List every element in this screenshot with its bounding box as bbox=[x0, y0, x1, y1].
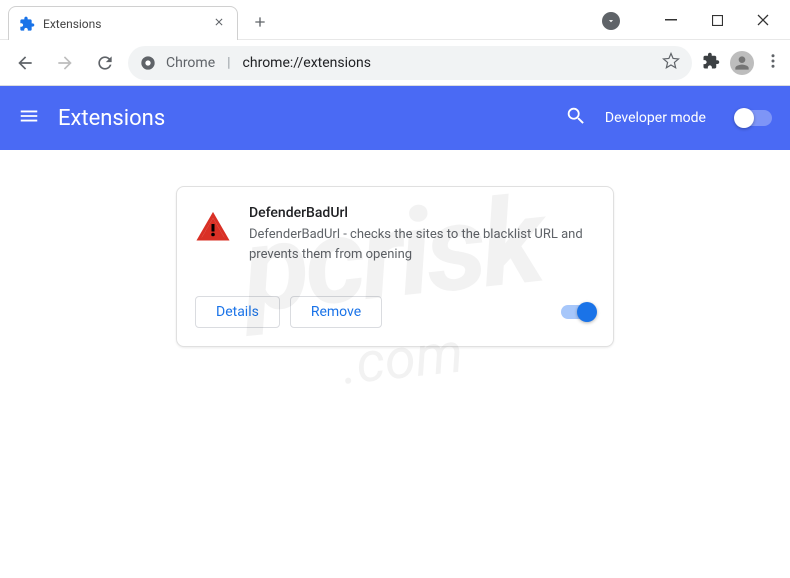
extension-card: DefenderBadUrl DefenderBadUrl - checks t… bbox=[176, 186, 614, 347]
warning-triangle-icon bbox=[195, 209, 231, 245]
puzzle-icon bbox=[19, 16, 35, 32]
extensions-menu-icon[interactable] bbox=[702, 52, 720, 74]
extension-name: DefenderBadUrl bbox=[249, 205, 595, 221]
url-path: chrome://extensions bbox=[243, 55, 371, 71]
extensions-header: Extensions Developer mode bbox=[0, 86, 790, 150]
forward-button[interactable] bbox=[48, 46, 82, 80]
url-divider: | bbox=[227, 55, 230, 71]
bookmark-star-icon[interactable] bbox=[662, 52, 680, 74]
close-tab-icon[interactable] bbox=[213, 16, 225, 32]
developer-mode-label: Developer mode bbox=[605, 110, 706, 126]
page-title: Extensions bbox=[58, 106, 547, 131]
details-button[interactable]: Details bbox=[195, 296, 280, 328]
close-window-button[interactable] bbox=[740, 4, 786, 36]
browser-tab[interactable]: Extensions bbox=[8, 6, 238, 40]
chrome-icon bbox=[140, 55, 156, 71]
address-bar[interactable]: Chrome | chrome://extensions bbox=[128, 46, 692, 80]
reload-button[interactable] bbox=[88, 46, 122, 80]
extensions-content: DefenderBadUrl DefenderBadUrl - checks t… bbox=[0, 150, 790, 383]
incognito-indicator-icon bbox=[602, 12, 620, 30]
new-tab-button[interactable] bbox=[246, 8, 274, 36]
developer-mode-toggle[interactable] bbox=[736, 110, 772, 126]
url-scheme: Chrome bbox=[166, 55, 215, 71]
browser-toolbar: Chrome | chrome://extensions bbox=[0, 40, 790, 86]
extension-description: DefenderBadUrl - checks the sites to the… bbox=[249, 225, 595, 264]
back-button[interactable] bbox=[8, 46, 42, 80]
maximize-button[interactable] bbox=[694, 4, 740, 36]
tab-title: Extensions bbox=[43, 17, 213, 31]
minimize-button[interactable] bbox=[648, 4, 694, 36]
extension-enable-toggle[interactable] bbox=[561, 305, 595, 319]
search-icon[interactable] bbox=[565, 105, 587, 131]
remove-button[interactable]: Remove bbox=[290, 296, 382, 328]
chrome-menu-icon[interactable] bbox=[764, 52, 782, 74]
hamburger-menu-icon[interactable] bbox=[18, 105, 40, 131]
window-controls bbox=[648, 4, 786, 36]
profile-avatar-icon[interactable] bbox=[730, 51, 754, 75]
window-titlebar: Extensions bbox=[0, 0, 790, 40]
